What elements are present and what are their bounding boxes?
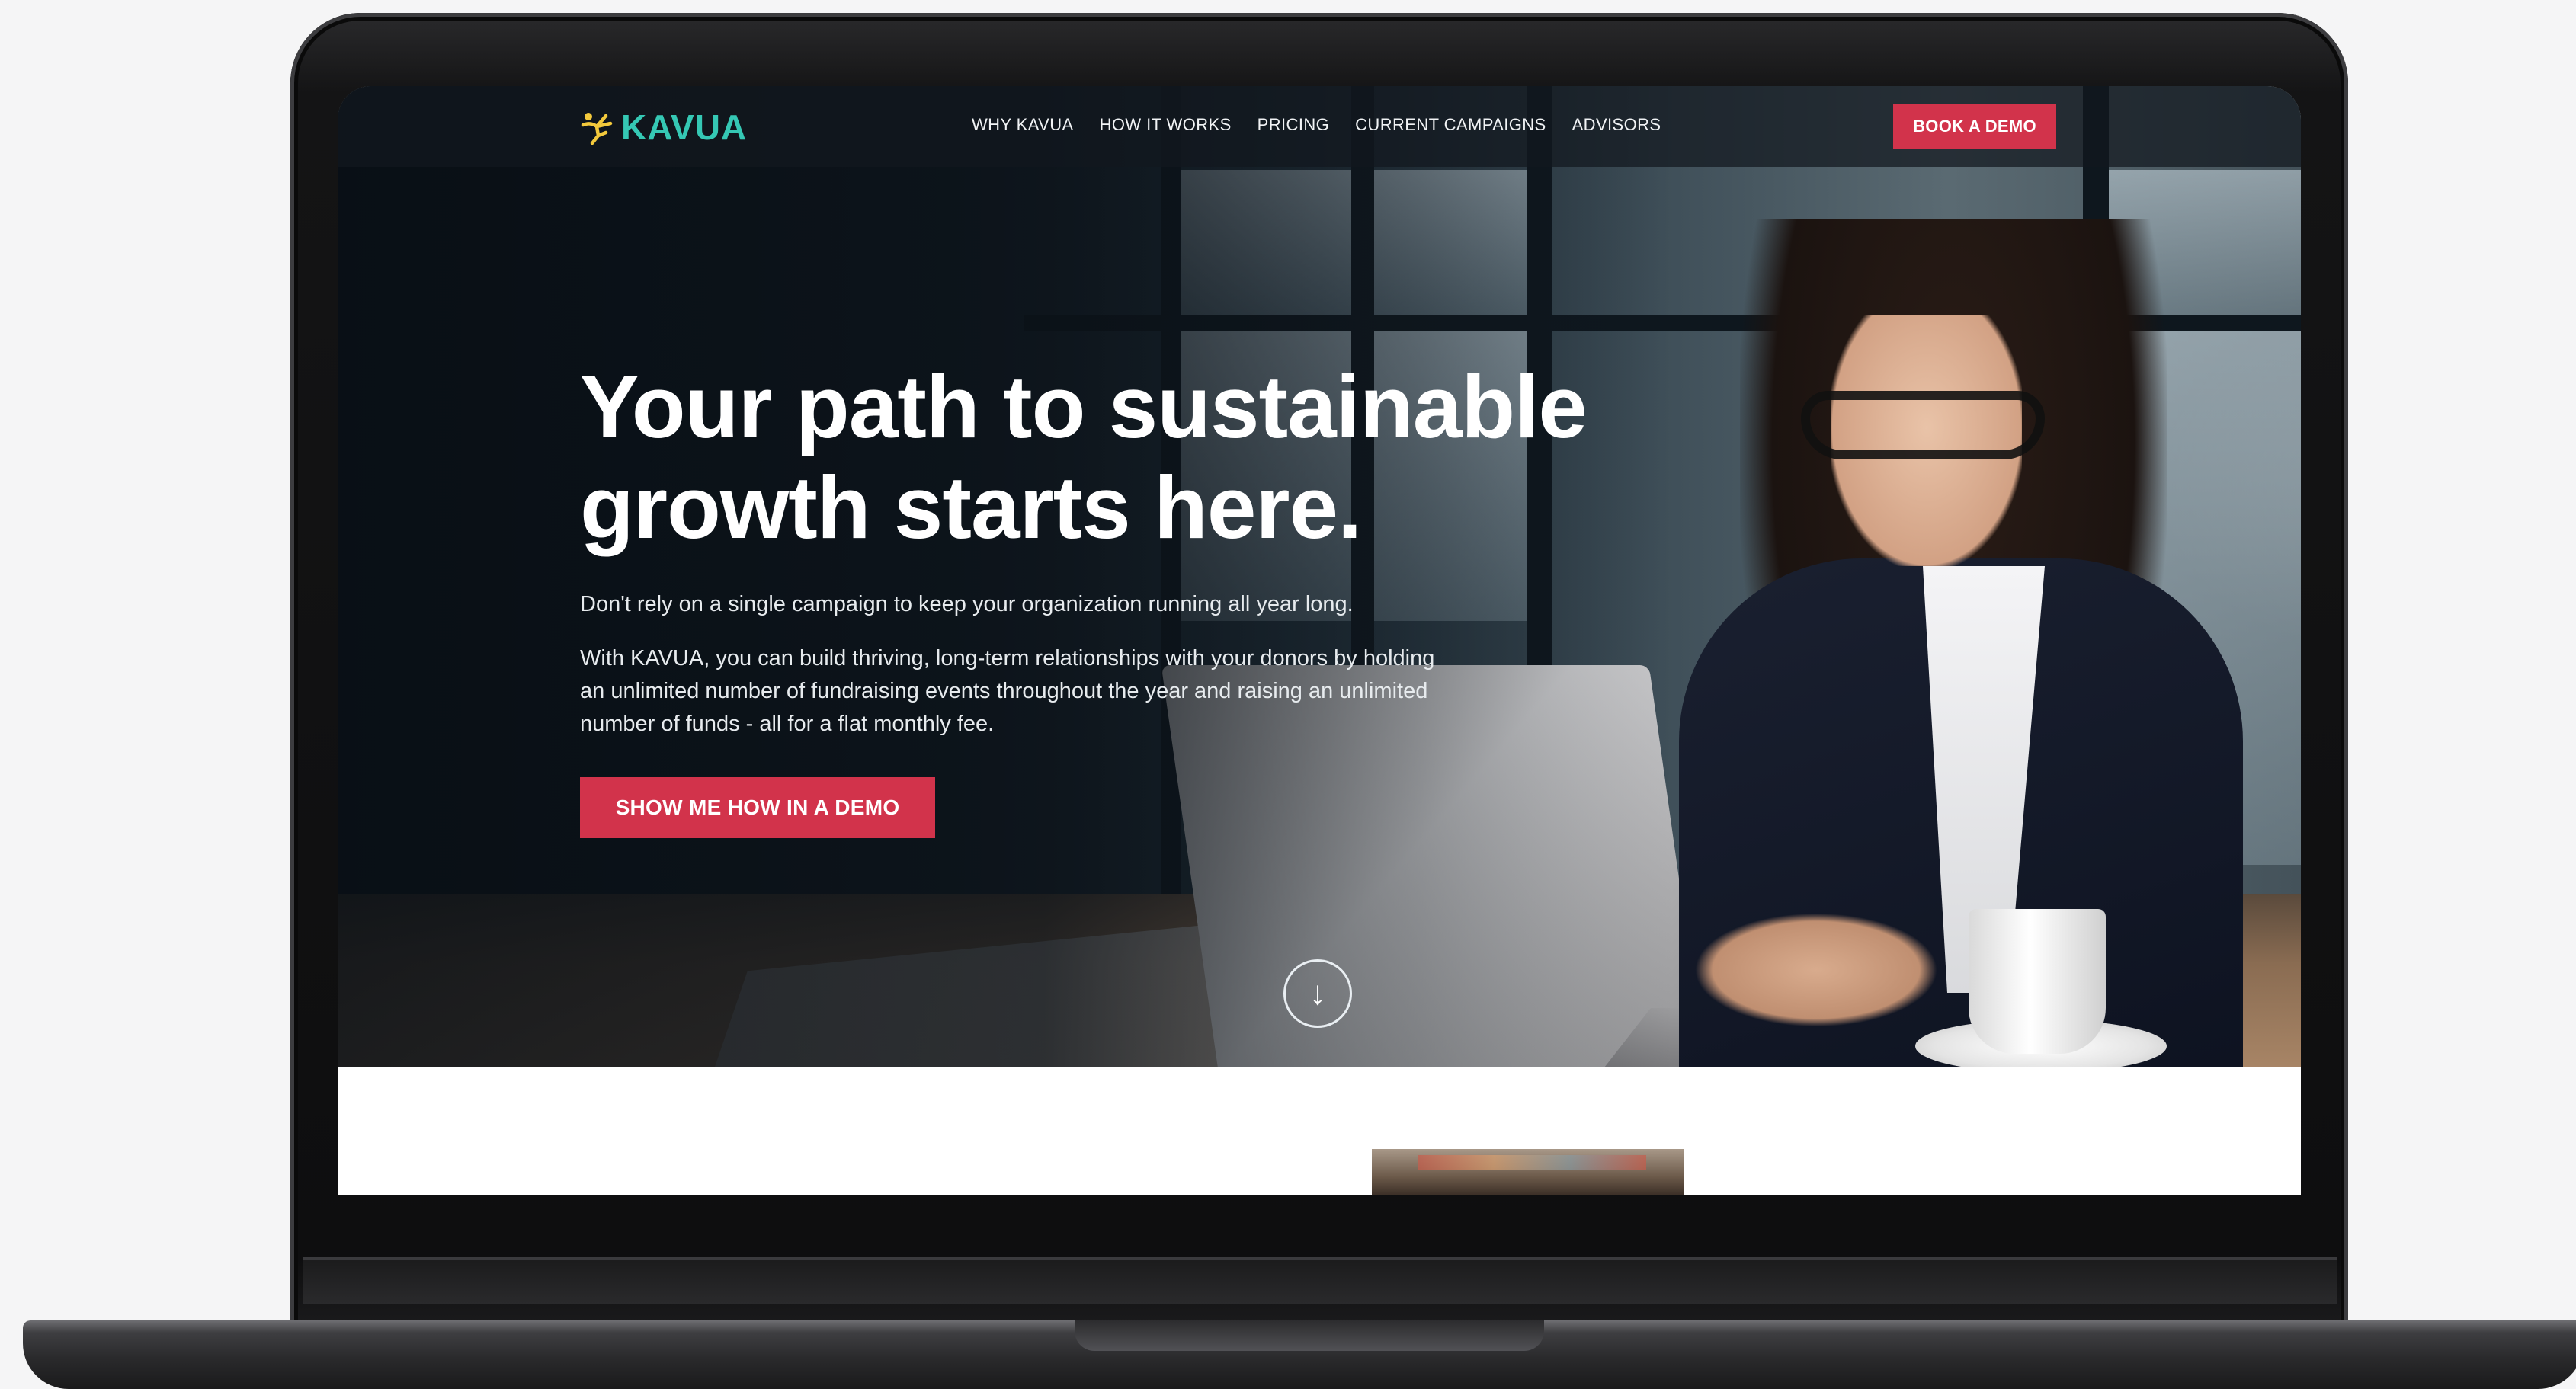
hero-body-text: With KAVUA, you can build thriving, long… xyxy=(580,646,1435,736)
laptop-base-notch xyxy=(1075,1320,1544,1351)
nav-link-advisors[interactable]: ADVISORS xyxy=(1572,115,1661,135)
hero-headline: Your path to sustainable growth starts h… xyxy=(580,357,1588,557)
nav-links: WHY KAVUA HOW IT WORKS PRICING CURRENT C… xyxy=(972,115,1661,135)
scroll-down-button[interactable]: ↓ xyxy=(1283,959,1352,1028)
top-navigation: KAVUA WHY KAVUA HOW IT WORKS PRICING CUR… xyxy=(338,86,2301,167)
logo-text: KAVUA xyxy=(621,107,748,147)
nav-link-how-it-works[interactable]: HOW IT WORKS xyxy=(1100,115,1232,135)
website-screen: KAVUA WHY KAVUA HOW IT WORKS PRICING CUR… xyxy=(338,86,2301,1195)
book-a-demo-button[interactable]: BOOK A DEMO xyxy=(1893,104,2056,149)
nav-link-pricing[interactable]: PRICING xyxy=(1258,115,1329,135)
device-mockup: KAVUA WHY KAVUA HOW IT WORKS PRICING CUR… xyxy=(0,0,2576,1389)
hero-lead-text: Don't rely on a single campaign to keep … xyxy=(580,592,1354,616)
logo-figure-icon xyxy=(581,113,613,145)
site-logo[interactable]: KAVUA xyxy=(580,107,747,147)
hero-dark-overlay xyxy=(338,86,2301,1067)
section-image-preview xyxy=(1372,1149,1684,1195)
laptop-hinge xyxy=(303,1257,2337,1260)
shelf-books xyxy=(1418,1155,1646,1170)
nav-link-why-kavua[interactable]: WHY KAVUA xyxy=(972,115,1074,135)
laptop-bottom-bezel xyxy=(303,1259,2337,1304)
hero-section: KAVUA WHY KAVUA HOW IT WORKS PRICING CUR… xyxy=(338,86,2301,1067)
nav-link-current-campaigns[interactable]: CURRENT CAMPAIGNS xyxy=(1355,115,1546,135)
arrow-down-icon: ↓ xyxy=(1309,975,1326,1012)
show-me-demo-button[interactable]: SHOW ME HOW IN A DEMO xyxy=(580,777,935,838)
